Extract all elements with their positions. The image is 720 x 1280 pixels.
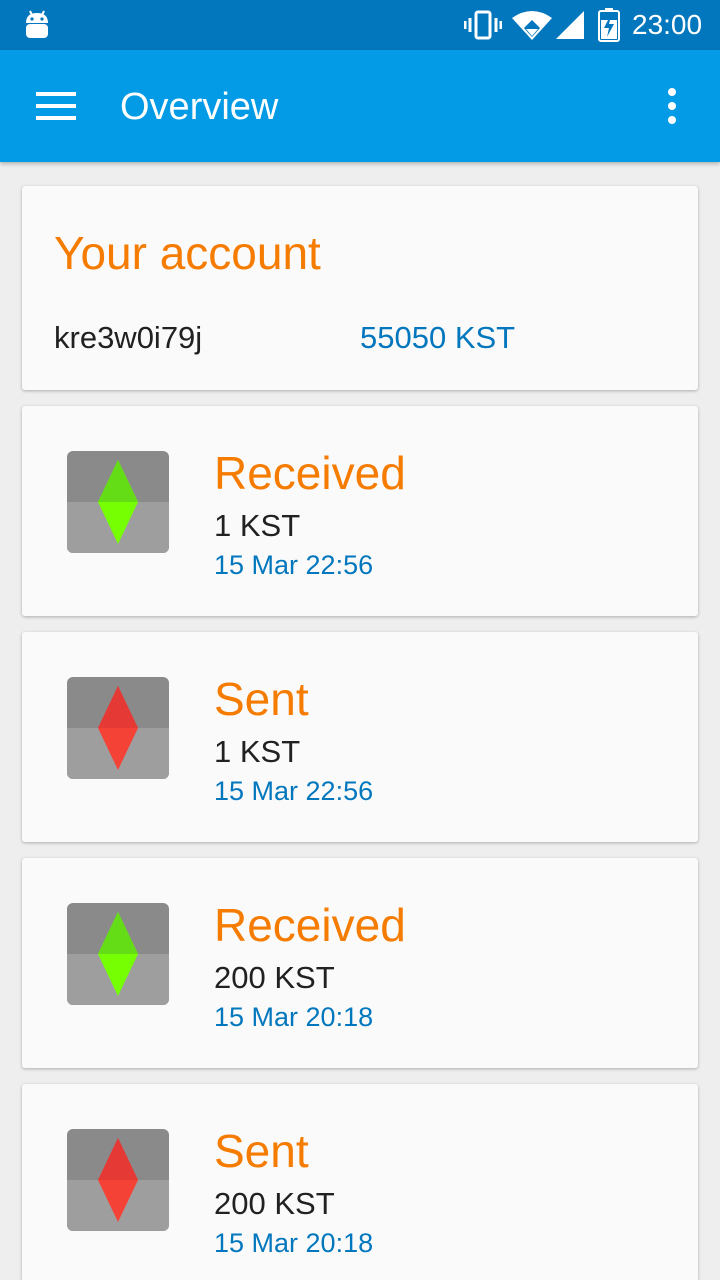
transaction-card[interactable]: Sent 1 KST 15 Mar 22:56 — [22, 632, 698, 842]
signal-icon — [556, 11, 584, 39]
sent-arrow-icon — [67, 677, 169, 779]
transaction-type: Received — [214, 447, 406, 499]
transaction-date: 15 Mar 20:18 — [214, 1002, 374, 1032]
account-balance: 55050 KST — [360, 320, 516, 355]
status-clock: 23:00 — [632, 9, 703, 40]
transaction-type: Received — [214, 899, 406, 951]
received-arrow-icon — [67, 451, 169, 553]
transaction-amount: 1 KST — [214, 508, 301, 543]
transaction-card[interactable]: Received 200 KST 15 Mar 20:18 — [22, 858, 698, 1068]
transaction-date: 15 Mar 20:18 — [214, 1228, 374, 1258]
account-address: kre3w0i79j — [54, 320, 203, 355]
more-vert-icon[interactable] — [656, 86, 688, 126]
android-icon — [26, 10, 48, 38]
transaction-amount: 200 KST — [214, 1186, 335, 1221]
battery-charging-icon — [598, 8, 620, 42]
received-arrow-icon — [67, 903, 169, 1005]
transaction-amount: 1 KST — [214, 734, 301, 769]
page-title: Overview — [120, 86, 279, 128]
transaction-card[interactable]: Sent 200 KST 15 Mar 20:18 — [22, 1084, 698, 1280]
wifi-icon — [512, 11, 552, 40]
transaction-type: Sent — [214, 1125, 309, 1177]
account-heading: Your account — [54, 227, 321, 279]
status-bar: 23:00 — [0, 0, 720, 50]
transaction-amount: 200 KST — [214, 960, 335, 995]
transaction-date: 15 Mar 22:56 — [214, 550, 374, 580]
app-toolbar: Overview — [0, 50, 720, 162]
transaction-type: Sent — [214, 673, 309, 725]
menu-icon[interactable] — [34, 92, 78, 120]
transaction-card[interactable]: Received 1 KST 15 Mar 22:56 — [22, 406, 698, 616]
sent-arrow-icon — [67, 1129, 169, 1231]
account-card: Your account kre3w0i79j 55050 KST — [22, 186, 698, 390]
vibrate-icon — [464, 10, 502, 40]
transaction-date: 15 Mar 22:56 — [214, 776, 374, 806]
